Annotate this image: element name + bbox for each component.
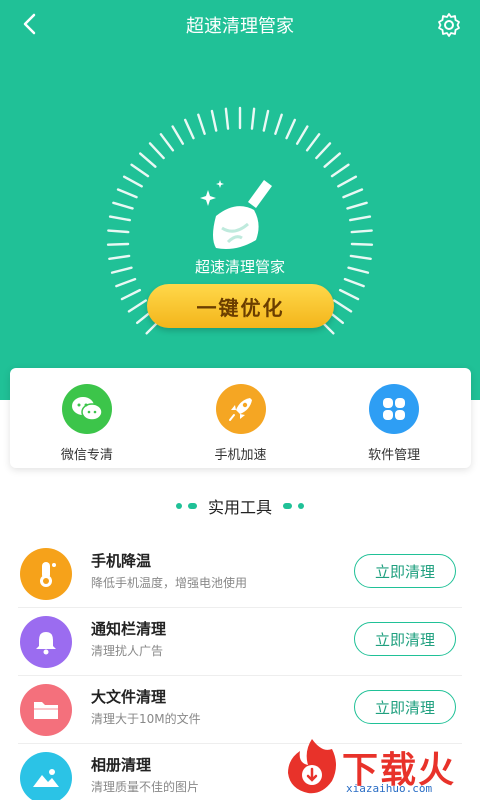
dial-tick (108, 215, 131, 222)
dial-tick (343, 277, 365, 288)
quick-action-speedup[interactable]: 手机加速 (164, 368, 318, 468)
dial-tick (323, 152, 341, 168)
dial-tick (139, 152, 157, 168)
item-title: 大文件清理 (91, 688, 167, 706)
dial-brand-label: 超速清理管家 (194, 258, 285, 276)
quick-action-wechat[interactable]: 微信专清 (10, 368, 164, 468)
dial-tick (183, 118, 195, 140)
dial-tick (274, 113, 283, 135)
item-subtitle: 清理大于10M的文件 (91, 712, 201, 726)
dial-tick (346, 201, 368, 210)
quick-actions-card: 微信专清 手机加速 软件管理 (10, 368, 471, 468)
decor-dot (283, 503, 292, 509)
dial-tick (159, 133, 175, 152)
flame-logo-icon (288, 739, 336, 794)
bell-icon (20, 616, 72, 668)
dial-tick (349, 215, 372, 222)
item-subtitle: 清理质量不佳的图片 (91, 780, 200, 794)
dial-tick (127, 299, 147, 313)
image-icon (20, 752, 72, 800)
decor-dot (175, 503, 182, 509)
dial-tick (337, 175, 358, 188)
decor-dot (298, 503, 304, 509)
dial-tick (120, 288, 142, 301)
dial-tick (285, 118, 297, 140)
quick-action-label: 微信专清 (60, 448, 113, 463)
wechat-icon (61, 384, 112, 434)
clean-now-button[interactable]: 立即清理 (354, 554, 456, 588)
dial-tick (171, 125, 185, 145)
page-title: 超速清理管家 (186, 16, 294, 37)
watermark: 下载火 xiazaihuo.com (282, 735, 480, 800)
dial-tick (262, 109, 270, 132)
gear-icon[interactable] (436, 12, 462, 38)
dial-tick (315, 142, 332, 160)
section-header: 实用工具 (0, 494, 480, 518)
dial-tick (350, 229, 373, 234)
clean-now-button[interactable]: 立即清理 (354, 690, 456, 724)
dial-tick (338, 288, 360, 301)
dial-tick (330, 163, 350, 178)
hero-panel: 超速清理管家 超速清理管家 一键优化 (0, 0, 480, 400)
dial-tick (342, 188, 364, 199)
dial-tick (333, 299, 353, 313)
quick-action-apps[interactable]: 软件管理 (317, 368, 471, 468)
dial-tick (130, 163, 150, 178)
broom-icon (200, 180, 272, 249)
list-item: 通知栏清理 清理扰人广告 立即清理 (18, 608, 462, 676)
watermark-sub: xiazaihuo.com (346, 782, 433, 795)
dial-tick (305, 133, 321, 152)
dial-tick (106, 242, 130, 246)
dial-tick (250, 107, 256, 130)
speed-dial (106, 106, 374, 335)
apps-icon (369, 384, 420, 434)
dial-tick (116, 188, 138, 199)
clean-now-button[interactable]: 立即清理 (354, 622, 456, 656)
dial-tick (224, 107, 230, 130)
quick-action-label: 手机加速 (214, 448, 267, 463)
thermometer-icon (20, 548, 72, 600)
one-click-optimize-button[interactable]: 一键优化 (147, 284, 334, 328)
dial-tick (350, 242, 374, 246)
item-title: 手机降温 (91, 552, 152, 570)
dial-tick (115, 277, 137, 288)
dial-tick (112, 201, 134, 210)
rocket-icon (215, 384, 266, 434)
list-item: 手机降温 降低手机温度，增强电池使用 立即清理 (18, 540, 462, 608)
item-title: 相册清理 (91, 756, 152, 774)
dial-tick (197, 113, 206, 135)
header: 超速清理管家 (0, 0, 480, 50)
dial-tick (148, 142, 165, 160)
item-title: 通知栏清理 (91, 620, 167, 638)
dial-tick (210, 109, 218, 132)
section-title: 实用工具 (207, 498, 272, 517)
item-subtitle: 清理扰人广告 (91, 644, 164, 658)
list-item: 大文件清理 清理大于10M的文件 立即清理 (18, 676, 462, 744)
dial-tick (122, 175, 143, 188)
decor-dot (187, 503, 197, 509)
dial-tick (107, 229, 130, 234)
quick-action-label: 软件管理 (368, 448, 421, 463)
folder-icon (20, 684, 72, 736)
dial-tick (295, 125, 309, 145)
item-subtitle: 降低手机温度，增强电池使用 (91, 576, 248, 590)
